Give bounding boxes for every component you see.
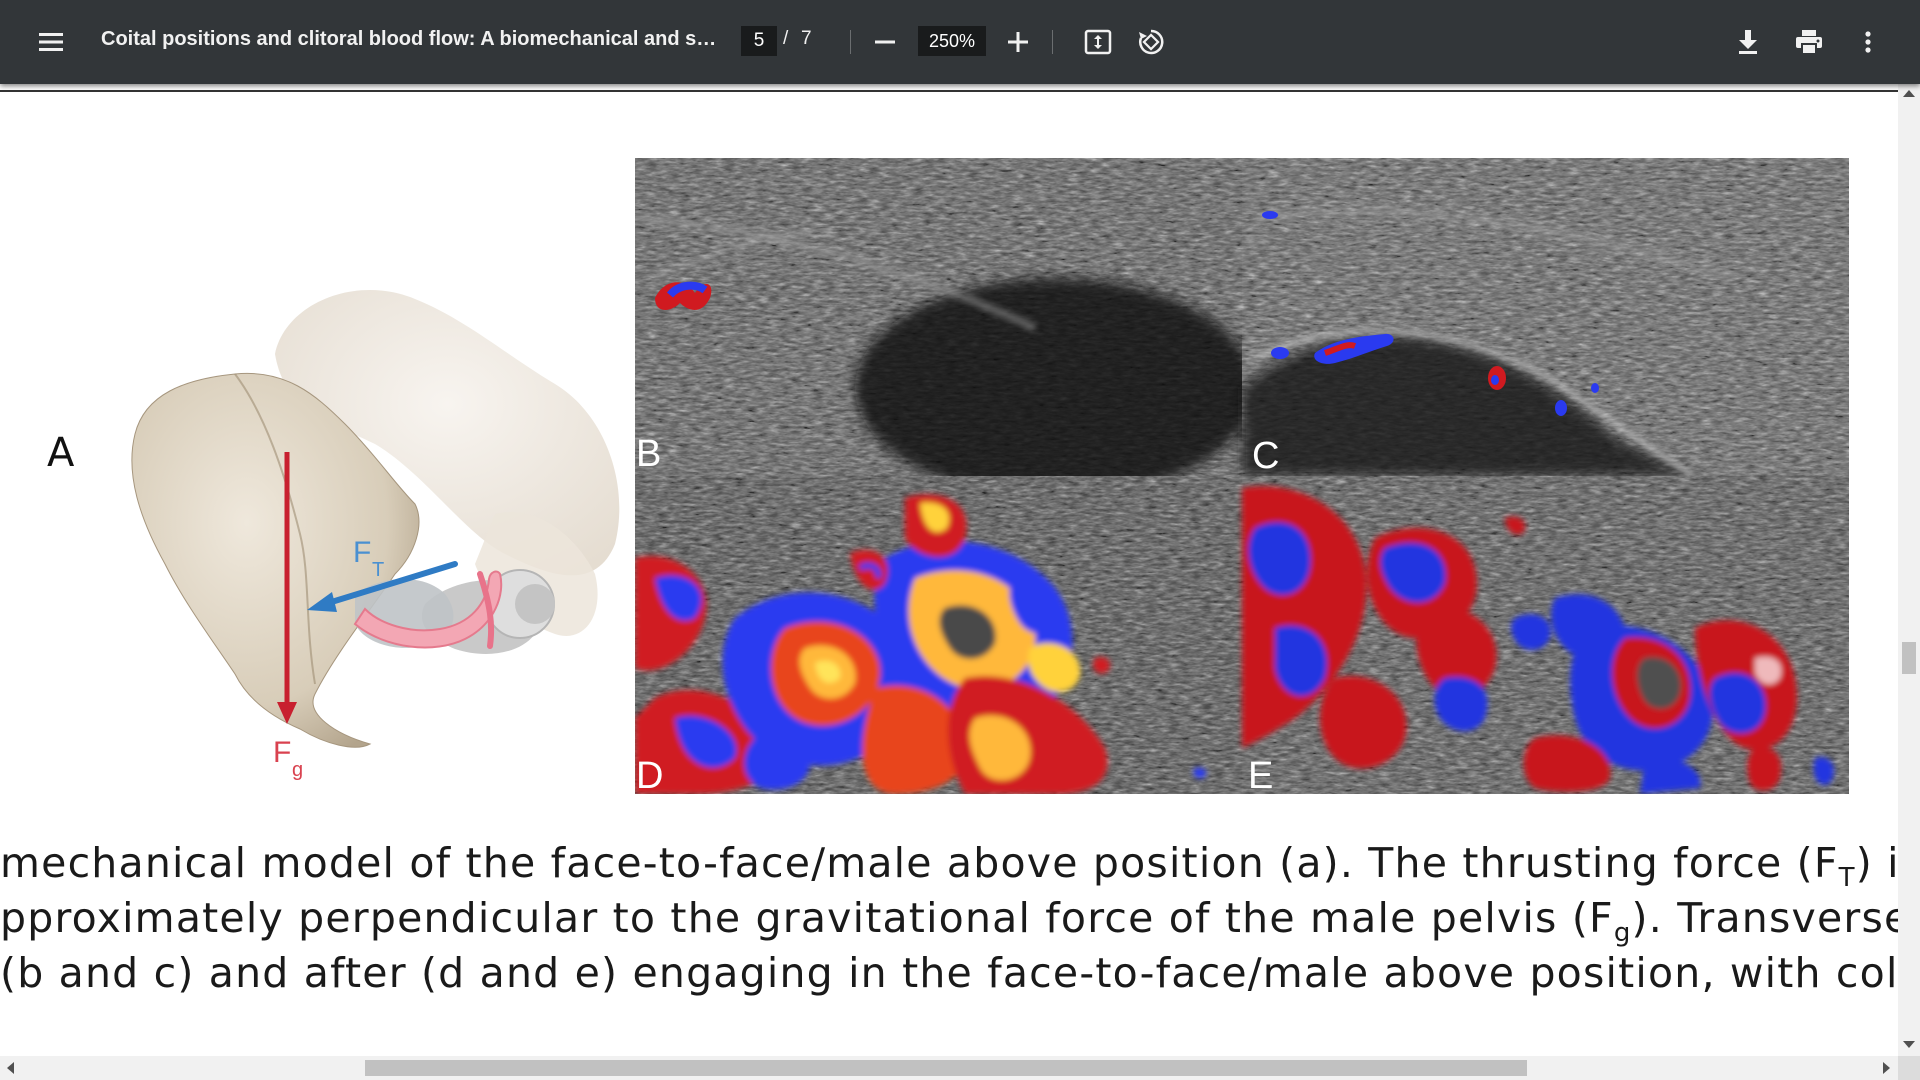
page-total: 7 [801, 28, 812, 49]
toolbar-divider [850, 30, 851, 54]
vertical-scroll-thumb[interactable] [1902, 642, 1916, 674]
menu-button[interactable] [28, 22, 74, 62]
ultrasound-panel-b: B [635, 158, 1255, 498]
plus-icon [1008, 32, 1028, 52]
caption-text: mechanical model of the face-to-face/mal… [0, 839, 1839, 887]
minus-icon [875, 40, 895, 44]
page-number-input[interactable]: 5 [741, 26, 777, 56]
zoom-out-button[interactable] [866, 22, 904, 62]
scrollbar-corner [1898, 1056, 1920, 1080]
gravity-force-label: F [273, 736, 291, 769]
document-title: Coital positions and clitoral blood flow… [101, 28, 721, 50]
menu-icon [39, 33, 63, 51]
caption-text: pproximately perpendicular to the gravit… [0, 894, 1614, 942]
pdf-page: A F T F g B C D E mechanical model of th… [0, 84, 1898, 1056]
caption-line-2: pproximately perpendicular to the gravit… [0, 891, 1898, 949]
ultrasound-panel-d: D [635, 476, 1242, 794]
panel-label-b: B [636, 433, 661, 475]
horizontal-scroll-thumb[interactable] [365, 1060, 1527, 1076]
scroll-down-arrow-icon[interactable] [1903, 1041, 1915, 1048]
toolbar-divider [1052, 30, 1053, 54]
gravity-force-subscript: g [292, 759, 303, 781]
page-separator: / [783, 28, 789, 49]
caption-line-1: mechanical model of the face-to-face/mal… [0, 836, 1898, 894]
caption-text: ). Transverse and sagit [1631, 894, 1898, 942]
fit-page-icon [1084, 29, 1112, 55]
pdf-toolbar: Coital positions and clitoral blood flow… [0, 0, 1920, 84]
caption-subscript: g [1613, 918, 1632, 949]
page-rule [0, 90, 1898, 92]
download-button[interactable] [1728, 22, 1768, 62]
figure-label-a: A [47, 430, 75, 476]
more-options-button[interactable] [1849, 22, 1887, 62]
caption-text: ) is provid [1855, 839, 1898, 887]
ultrasound-figure: B C D E [635, 158, 1849, 794]
panel-label-e: E [1248, 755, 1273, 794]
print-icon [1796, 30, 1822, 55]
rotate-button[interactable] [1131, 22, 1171, 62]
panel-label-c: C [1252, 435, 1279, 477]
scroll-right-arrow-icon[interactable] [1883, 1062, 1890, 1074]
caption-line-3: (b and c) and after (d and e) engaging i… [0, 949, 1898, 997]
pelvis-illustration: F T F g [131, 290, 620, 781]
zoom-input[interactable]: 250% [918, 26, 986, 56]
thrust-force-subscript: T [372, 559, 384, 581]
figure-caption: mechanical model of the face-to-face/mal… [0, 836, 1898, 1001]
more-vert-icon [1865, 31, 1871, 53]
ultrasound-panel-c: C [1242, 158, 1849, 479]
thrust-force-label: F [353, 536, 371, 569]
horizontal-scrollbar[interactable] [0, 1056, 1898, 1080]
print-button[interactable] [1788, 22, 1830, 62]
zoom-in-button[interactable] [998, 22, 1038, 62]
fit-page-button[interactable] [1078, 22, 1118, 62]
panel-label-d: D [636, 755, 663, 794]
download-icon [1739, 30, 1757, 54]
caption-subscript: T [1838, 863, 1856, 894]
vertical-scrollbar[interactable] [1898, 84, 1920, 1056]
scroll-left-arrow-icon[interactable] [7, 1062, 14, 1074]
scroll-up-arrow-icon[interactable] [1903, 90, 1915, 97]
rotate-icon [1139, 29, 1164, 55]
ultrasound-panel-e: E [1242, 476, 1849, 794]
